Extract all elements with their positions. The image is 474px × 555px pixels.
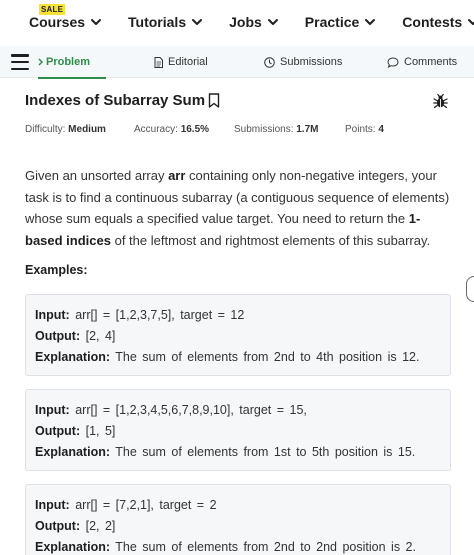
chevron-down-icon: [365, 19, 376, 25]
tab-comments-label: Comments: [404, 56, 458, 68]
desc-part: of the leftmost and rightmost elements o…: [110, 232, 431, 248]
comment-icon: [387, 56, 399, 68]
submissions-label: Submissions:: [234, 124, 294, 135]
active-tab-underline: [38, 77, 107, 79]
output-label: Output:: [35, 329, 81, 343]
example-output: Output: [2, 4]: [35, 329, 115, 343]
nav-jobs[interactable]: Jobs: [229, 14, 279, 30]
nav-jobs-label: Jobs: [229, 14, 262, 30]
bookmark-icon[interactable]: [208, 93, 220, 108]
difficulty-label: Difficulty:: [25, 124, 66, 135]
nav-contests-label: Contests: [402, 14, 463, 30]
explanation-label: Explanation:: [35, 540, 111, 554]
difficulty-meta: Difficulty: Medium: [25, 124, 106, 135]
explanation-value: The sum of elements from 1st to 5th posi…: [115, 445, 416, 459]
output-value: [2, 2]: [85, 519, 116, 533]
clock-icon: [264, 56, 275, 68]
example-output: Output: [1, 5]: [35, 424, 115, 438]
chevron-down-icon: [91, 19, 102, 25]
example-block: Input: arr[] = [7,2,1], target = 2 Outpu…: [25, 484, 451, 555]
tab-submissions-label: Submissions: [280, 56, 343, 68]
sale-badge: SALE: [39, 4, 66, 15]
hamburger-icon[interactable]: [11, 54, 29, 70]
caret-right-icon: [38, 58, 43, 66]
output-label: Output:: [35, 519, 81, 533]
document-icon: [154, 56, 163, 68]
panel-drag-handle[interactable]: [466, 276, 474, 302]
example-input: Input: arr[] = [7,2,1], target = 2: [35, 498, 217, 512]
nav-practice-label: Practice: [304, 14, 360, 30]
tab-comments[interactable]: Comments: [387, 46, 457, 78]
points-label: Points:: [345, 124, 376, 135]
desc-part: Given an unsorted array: [25, 168, 169, 183]
desc-arr: arr: [168, 168, 186, 183]
accuracy-value: 16.5%: [180, 124, 210, 135]
explanation-label: Explanation:: [35, 445, 111, 459]
problem-description: Given an unsorted array arr containing o…: [25, 165, 450, 251]
submissions-value: 1.7M: [296, 124, 319, 135]
chevron-down-icon: [192, 19, 203, 25]
output-label: Output:: [35, 424, 81, 438]
example-block: Input: arr[] = [1,2,3,7,5], target = 12 …: [25, 294, 451, 376]
input-label: Input:: [35, 403, 70, 417]
input-value: arr[] = [1,2,3,7,5], target = 12: [75, 308, 245, 322]
tab-submissions[interactable]: Submissions: [264, 46, 342, 78]
input-value: arr[] = [7,2,1], target = 2: [75, 498, 217, 512]
example-output: Output: [2, 2]: [35, 519, 115, 533]
problem-tab-bar: Problem Editorial Submissions Comments: [0, 46, 474, 79]
points-meta: Points: 4: [345, 124, 384, 135]
example-explanation: Explanation: The sum of elements from 2n…: [35, 350, 419, 364]
nav-practice[interactable]: Practice: [305, 14, 376, 30]
nav-courses-label: Courses: [29, 14, 86, 30]
example-explanation: Explanation: The sum of elements from 2n…: [35, 540, 416, 554]
example-input: Input: arr[] = [1,2,3,4,5,6,7,8,9,10], t…: [35, 403, 307, 417]
nav-tutorials[interactable]: Tutorials: [128, 14, 203, 30]
difficulty-value: Medium: [68, 124, 106, 135]
tab-editorial[interactable]: Editorial: [154, 46, 208, 78]
chevron-down-icon: [267, 19, 278, 25]
bug-icon[interactable]: [433, 94, 448, 109]
accuracy-meta: Accuracy: 16.5%: [134, 124, 209, 135]
example-block: Input: arr[] = [1,2,3,4,5,6,7,8,9,10], t…: [25, 389, 451, 471]
explanation-value: The sum of elements from 2nd to 4th posi…: [115, 350, 420, 364]
output-value: [2, 4]: [85, 329, 116, 343]
nav-tutorials-label: Tutorials: [128, 14, 187, 30]
example-explanation: Explanation: The sum of elements from 1s…: [35, 445, 415, 459]
tab-editorial-label: Editorial: [168, 56, 208, 68]
top-navigation: SALE Courses Tutorials Jobs Practice Con…: [0, 0, 474, 44]
accuracy-label: Accuracy:: [134, 124, 178, 135]
example-input: Input: arr[] = [1,2,3,7,5], target = 12: [35, 308, 244, 322]
input-label: Input:: [35, 308, 70, 322]
examples-heading: Examples:: [25, 263, 88, 277]
submissions-meta: Submissions: 1.7M: [234, 124, 318, 135]
problem-title-text: Indexes of Subarray Sum: [25, 92, 206, 109]
chevron-down-icon: [468, 19, 474, 25]
points-value: 4: [378, 124, 384, 135]
input-value: arr[] = [1,2,3,4,5,6,7,8,9,10], target =…: [75, 403, 307, 417]
tab-problem-label: Problem: [46, 56, 91, 68]
nav-courses[interactable]: SALE Courses: [29, 4, 102, 30]
input-label: Input:: [35, 498, 70, 512]
problem-title: Indexes of Subarray Sum: [25, 92, 220, 109]
output-value: [1, 5]: [85, 424, 116, 438]
tab-problem[interactable]: Problem: [38, 46, 107, 79]
explanation-value: The sum of elements from 2nd to 2nd posi…: [115, 540, 416, 554]
explanation-label: Explanation:: [35, 350, 111, 364]
nav-contests[interactable]: Contests: [402, 14, 474, 30]
